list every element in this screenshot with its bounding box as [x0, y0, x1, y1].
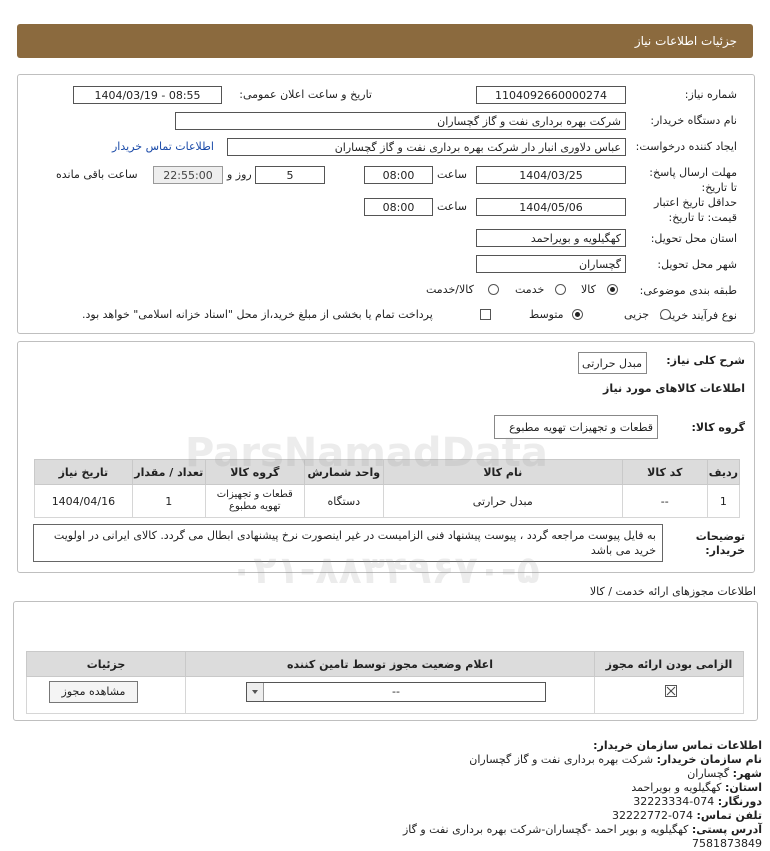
contact-postal-line: 7581873849	[403, 837, 762, 851]
contact-org-line: نام سازمان خریدار: شرکت بهره برداری نفت …	[403, 753, 762, 767]
contact-org-label: نام سازمان خریدار:	[656, 753, 762, 766]
contact-fax-value: 074-32223334	[633, 795, 715, 808]
category-service-label: خدمت	[515, 283, 545, 296]
col-name: نام کالا	[382, 459, 623, 485]
remaining-time-label: ساعت باقی مانده	[56, 168, 138, 181]
contact-fax-line: دورنگار: 074-32223334	[403, 795, 762, 809]
page-title: جزئیات اطلاعات نیاز	[634, 34, 737, 48]
cell-qty: 1	[131, 484, 206, 518]
col-row: ردیف	[706, 459, 741, 485]
buyer-notes-label: توضیحات خریدار:	[695, 530, 745, 557]
goods-table-header: ردیف کد کالا نام کالا واحد شمارش گروه کا…	[34, 459, 741, 485]
process-minor-label: جزیی	[624, 308, 650, 321]
col-code: کد کالا	[621, 459, 708, 485]
contact-address-value: کهگیلویه و بویر احمد -گچساران-شرکت بهره …	[402, 823, 689, 836]
permits-table-header: الزامی بودن ارائه مجوز اعلام وضعیت مجوز …	[26, 651, 744, 677]
deadline-date-field: 1404/03/25	[476, 166, 626, 184]
col-unit: واحد شمارش	[303, 459, 384, 485]
price-validity-label: حداقل تاریخ اعتبار قیمت: تا تاریخ:	[653, 196, 737, 224]
buyer-notes-box: به فایل پیوست مراجعه گردد ، پیوست پیشنها…	[33, 524, 663, 562]
contact-org-value: شرکت بهره برداری نفت و گاز گچساران	[469, 753, 654, 766]
process-minor-radio[interactable]	[660, 309, 671, 320]
cell-row: 1	[706, 484, 741, 518]
buyer-contact-block: اطلاعات تماس سازمان خریدار: نام سازمان خ…	[403, 739, 762, 851]
contact-city-line: شهر: گچساران	[403, 767, 762, 781]
buyer-org-label: نام دستگاه خریدار:	[650, 114, 737, 127]
permit-status-value: --	[392, 685, 400, 698]
cell-unit: دستگاه	[303, 484, 384, 518]
page-title-bar: جزئیات اطلاعات نیاز	[17, 24, 753, 58]
col-details: جزئیات	[26, 651, 186, 677]
contact-city-label: شهر:	[732, 767, 762, 780]
announce-datetime-field: 1404/03/19 - 08:55	[73, 86, 222, 104]
category-service-radio[interactable]	[555, 284, 566, 295]
province-field: کهگیلویه و بویراحمد	[476, 229, 626, 247]
contact-title: اطلاعات تماس سازمان خریدار:	[593, 739, 762, 752]
col-status: اعلام وضعیت مجوز توسط تامین کننده	[185, 651, 595, 677]
announce-label: تاریخ و ساعت اعلان عمومی:	[239, 88, 372, 101]
permits-section-label: اطلاعات مجوزهای ارائه خدمت / کالا	[589, 585, 756, 598]
deadline-label: مهلت ارسال پاسخ: تا تاریخ:	[649, 166, 737, 194]
process-medium-label: متوسط	[529, 308, 564, 321]
category-both-radio[interactable]	[488, 284, 499, 295]
contact-city-value: گچساران	[687, 767, 730, 780]
goods-group-field: قطعات و تجهیزات تهویه مطبوع	[494, 415, 658, 439]
chevron-down-icon[interactable]	[247, 683, 264, 701]
remaining-days-field: 5	[255, 166, 325, 184]
need-number-field: 1104092660000274	[476, 86, 626, 104]
category-both-label: کالا/خدمت	[426, 283, 474, 296]
col-date: تاریخ نیاز	[34, 459, 133, 485]
contact-province-line: استان: کهگیلویه و بویراحمد	[403, 781, 762, 795]
permit-status-select[interactable]: --	[246, 682, 546, 702]
deadline-time-field: 08:00	[364, 166, 433, 184]
contact-province-label: استان:	[725, 781, 762, 794]
cell-group: قطعات و تجهیزات تهویه مطبوع	[204, 484, 305, 518]
validity-time-label: ساعت	[437, 200, 467, 213]
validity-time-field: 08:00	[364, 198, 433, 216]
contact-phone-value: 074-32222772	[612, 809, 694, 822]
city-label: شهر محل تحویل:	[657, 258, 737, 271]
table-row[interactable]: 1 -- مبدل حرارتی دستگاه قطعات و تجهیزات …	[34, 484, 741, 518]
contact-phone-line: تلفن تماس: 074-32222772	[403, 809, 762, 823]
cell-date: 1404/04/16	[34, 484, 133, 518]
need-description-field: مبدل حرارتی	[578, 352, 647, 374]
category-goods-radio[interactable]	[607, 284, 618, 295]
goods-table: ردیف کد کالا نام کالا واحد شمارش گروه کا…	[34, 459, 741, 518]
contact-postal-value: 7581873849	[692, 837, 762, 850]
contact-province-value: کهگیلویه و بویراحمد	[631, 781, 722, 794]
contact-phone-label: تلفن تماس:	[696, 809, 762, 822]
category-label: طبقه بندی موضوعی:	[639, 284, 737, 297]
city-field: گچساران	[476, 255, 626, 273]
treasury-payment-checkbox[interactable]	[480, 309, 491, 320]
deadline-time-label: ساعت	[437, 168, 467, 181]
contact-fax-label: دورنگار:	[717, 795, 762, 808]
col-required: الزامی بودن ارائه مجوز	[594, 651, 744, 677]
contact-address-label: آدرس پستی:	[691, 823, 762, 836]
buyer-org-field: شرکت بهره برداری نفت و گاز گچساران	[175, 112, 626, 130]
goods-group-label: گروه کالا:	[691, 421, 745, 434]
process-medium-radio[interactable]	[572, 309, 583, 320]
goods-info-label: اطلاعات کالاهای مورد نیاز	[603, 382, 745, 395]
creator-field: عباس دلاوری انبار دار شرکت بهره برداری ن…	[227, 138, 626, 156]
buyer-contact-link[interactable]: اطلاعات تماس خریدار	[112, 140, 214, 153]
creator-label: ایجاد کننده درخواست:	[635, 140, 737, 153]
col-group: گروه کالا	[204, 459, 305, 485]
need-number-label: شماره نیاز:	[684, 88, 737, 101]
province-label: استان محل تحویل:	[650, 232, 737, 245]
remaining-days-label: روز و	[227, 168, 252, 181]
treasury-payment-note: پرداخت تمام یا بخشی از مبلغ خرید،از محل …	[82, 308, 433, 321]
contact-address-line: آدرس پستی: کهگیلویه و بویر احمد -گچساران…	[403, 823, 762, 837]
validity-date-field: 1404/05/06	[476, 198, 626, 216]
need-description-label: شرح کلی نیاز:	[666, 354, 745, 367]
remaining-time-field: 22:55:00	[153, 166, 223, 184]
col-qty: تعداد / مقدار	[131, 459, 206, 485]
cell-code: --	[621, 484, 708, 518]
cell-name: مبدل حرارتی	[382, 484, 623, 518]
view-permit-button[interactable]: مشاهده مجوز	[49, 681, 138, 703]
required-checkbox-icon	[665, 685, 677, 697]
category-goods-label: کالا	[581, 283, 596, 296]
